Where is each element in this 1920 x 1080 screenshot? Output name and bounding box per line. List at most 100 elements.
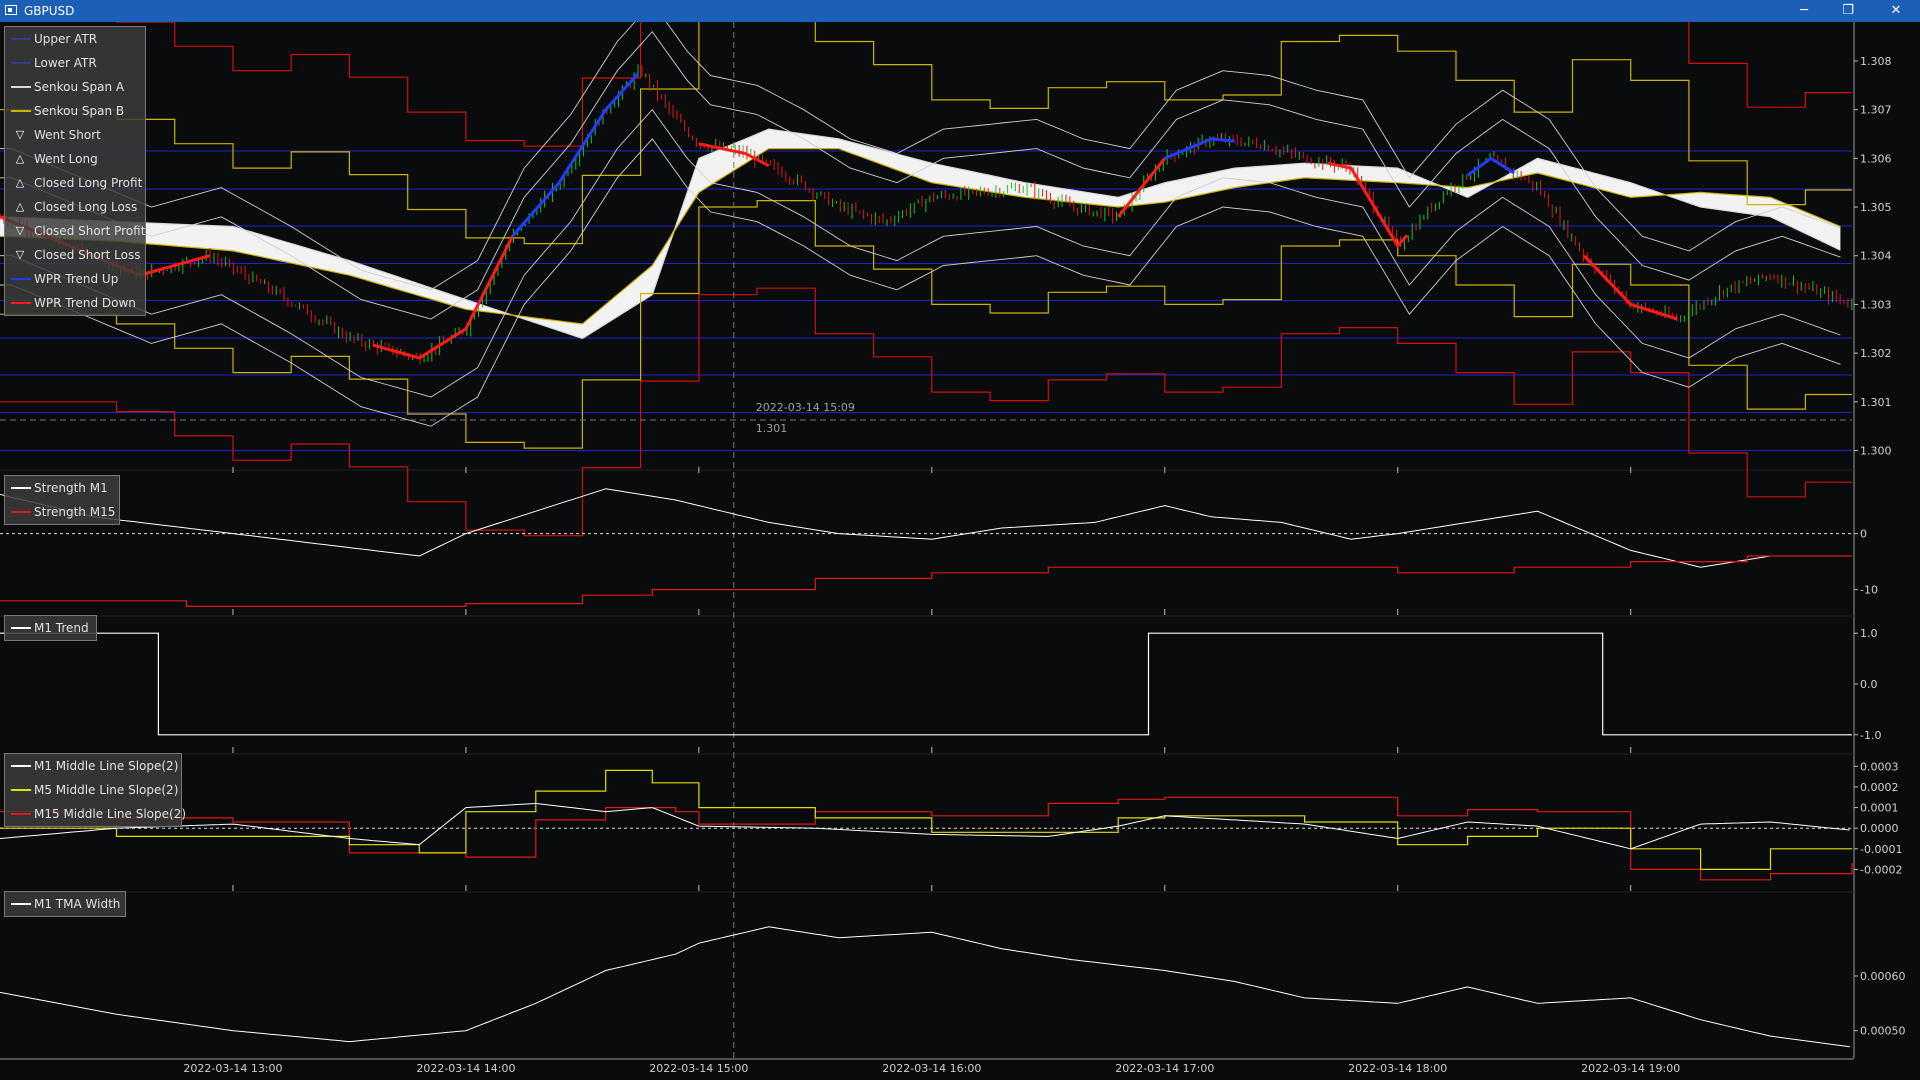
legend-item[interactable]: Upper ATR: [5, 27, 145, 51]
legend-label: Closed Short Profit: [34, 224, 146, 238]
line-swatch-icon: [11, 38, 31, 40]
senkou-span-a-line: [0, 128, 1841, 340]
legend-label: Went Long: [34, 152, 98, 166]
triangle-up-icon: △: [15, 176, 25, 189]
crosshair-price-label: 1.301: [756, 422, 788, 435]
legend-tma: M1 TMA Width: [4, 891, 126, 917]
legend-item[interactable]: Lower ATR: [5, 51, 145, 75]
legend-item[interactable]: Strength M15: [5, 500, 119, 524]
legend-item[interactable]: △ Went Long: [5, 147, 145, 171]
legend-item[interactable]: ▽ Closed Short Loss: [5, 243, 145, 267]
legend-label: M1 Trend: [34, 621, 89, 635]
y-tick-label: 1.302: [1860, 347, 1892, 360]
strength-m1-line: [0, 488, 1850, 568]
line-swatch-icon: [11, 86, 31, 88]
legend-trend: M1 Trend: [4, 615, 97, 641]
x-tick-label: 2022-03-14 13:00: [183, 1062, 282, 1075]
legend-label: Went Short: [34, 128, 101, 142]
lower-red-channel: [0, 287, 1852, 537]
y-tick-label: 0.00050: [1860, 1025, 1906, 1038]
x-tick-label: 2022-03-14 15:00: [649, 1062, 748, 1075]
legend-label: Closed Long Loss: [34, 200, 138, 214]
legend-item[interactable]: △ Closed Long Profit: [5, 171, 145, 195]
wpr-trend-up-line: [511, 72, 640, 238]
m15-middle-line-slope: [0, 796, 1853, 881]
y-tick-label: 0: [1860, 528, 1867, 541]
tma-band-line: [0, 138, 1841, 427]
legend-item[interactable]: ▽ Closed Short Profit: [5, 219, 146, 243]
y-tick-label: 1.303: [1860, 298, 1892, 311]
wpr-trend-up-line: [1164, 137, 1235, 160]
legend-label: M1 Middle Line Slope(2): [34, 759, 179, 773]
legend-item[interactable]: WPR Trend Up: [5, 267, 145, 291]
x-tick-label: 2022-03-14 17:00: [1115, 1062, 1214, 1075]
y-tick-label: -0.0002: [1860, 863, 1902, 876]
x-tick-label: 2022-03-14 16:00: [882, 1062, 981, 1075]
line-swatch-icon: [11, 813, 31, 815]
m5-middle-line-slope: [0, 769, 1852, 870]
triangle-down-icon: ▽: [15, 248, 25, 261]
legend-label: Closed Long Profit: [34, 176, 143, 190]
legend-label: Senkou Span A: [34, 80, 125, 94]
m1-trend-line: [0, 632, 1852, 736]
legend-item[interactable]: M5 Middle Line Slope(2): [5, 778, 181, 802]
minimize-button[interactable]: ─: [1782, 0, 1826, 22]
legend-item[interactable]: M15 Middle Line Slope(2): [5, 802, 186, 826]
y-tick-label: -0.0001: [1860, 843, 1902, 856]
legend-item[interactable]: ▽ Went Short: [5, 123, 145, 147]
m1-tma-width-line: [0, 926, 1850, 1048]
line-swatch-icon: [11, 62, 31, 64]
triangle-up-icon: △: [15, 200, 25, 213]
legend-label: Strength M15: [34, 505, 116, 519]
legend-item[interactable]: M1 Trend: [5, 616, 96, 640]
legend-label: M15 Middle Line Slope(2): [34, 807, 187, 821]
y-tick-label: 1.301: [1860, 396, 1892, 409]
y-tick-label: 0.0001: [1860, 802, 1899, 815]
triangle-up-icon: △: [15, 152, 25, 165]
line-swatch-icon: [11, 903, 31, 905]
triangle-down-icon: ▽: [15, 224, 25, 237]
legend-item[interactable]: WPR Trend Down: [5, 291, 145, 315]
legend-label: Lower ATR: [34, 56, 97, 70]
y-tick-label: 1.308: [1860, 55, 1892, 68]
x-tick-label: 2022-03-14 14:00: [416, 1062, 515, 1075]
y-tick-label: -1.0: [1860, 729, 1881, 742]
legend-price: Upper ATR Lower ATR Senkou Span A Senkou Sp…: [4, 26, 146, 316]
legend-item[interactable]: M1 Middle Line Slope(2): [5, 754, 181, 778]
y-tick-label: 1.307: [1860, 104, 1892, 117]
legend-item[interactable]: △ Closed Long Loss: [5, 195, 145, 219]
legend-item[interactable]: Strength M1: [5, 476, 119, 500]
triangle-down-icon: ▽: [15, 128, 25, 141]
maximize-button[interactable]: ❐: [1826, 0, 1870, 22]
legend-label: WPR Trend Up: [34, 272, 119, 286]
legend-item[interactable]: Senkou Span B: [5, 99, 145, 123]
line-swatch-icon: [11, 511, 31, 513]
title-bar: GBPUSD ─ ❐ ✕: [0, 0, 1920, 22]
lower-yellow-channel: [0, 200, 1852, 449]
line-swatch-icon: [11, 302, 31, 304]
chart-canvas[interactable]: 2022-03-14 13:00 2022-03-14 14:00 2022-03-…: [0, 22, 1920, 1080]
line-swatch-icon: [11, 789, 31, 791]
y-tick-label: 1.306: [1860, 152, 1892, 165]
legend-label: Upper ATR: [34, 32, 98, 46]
legend-slope: M1 Middle Line Slope(2) M5 Middle Line Sl…: [4, 753, 186, 827]
line-swatch-icon: [11, 278, 31, 280]
legend-strength: Strength M1 Strength M15: [4, 475, 120, 525]
upper-red-channel: [115, 22, 1852, 147]
legend-label: M5 Middle Line Slope(2): [34, 783, 179, 797]
y-tick-label: 0.0002: [1860, 781, 1899, 794]
y-tick-label: 1.300: [1860, 445, 1892, 458]
legend-label: Closed Short Loss: [34, 248, 141, 262]
x-tick-label: 2022-03-14 18:00: [1348, 1062, 1447, 1075]
close-button[interactable]: ✕: [1874, 0, 1918, 22]
line-swatch-icon: [11, 110, 31, 112]
legend-item[interactable]: M1 TMA Width: [5, 892, 125, 916]
legend-label: Strength M1: [34, 481, 108, 495]
y-tick-label: 0.0: [1860, 678, 1878, 691]
m1-middle-line-slope: [0, 802, 1850, 850]
crosshair-time-label: 2022-03-14 15:09: [756, 401, 855, 414]
line-swatch-icon: [11, 487, 31, 489]
y-tick-label: 1.305: [1860, 201, 1892, 214]
y-tick-label: 1.304: [1860, 250, 1892, 263]
legend-item[interactable]: Senkou Span A: [5, 75, 145, 99]
